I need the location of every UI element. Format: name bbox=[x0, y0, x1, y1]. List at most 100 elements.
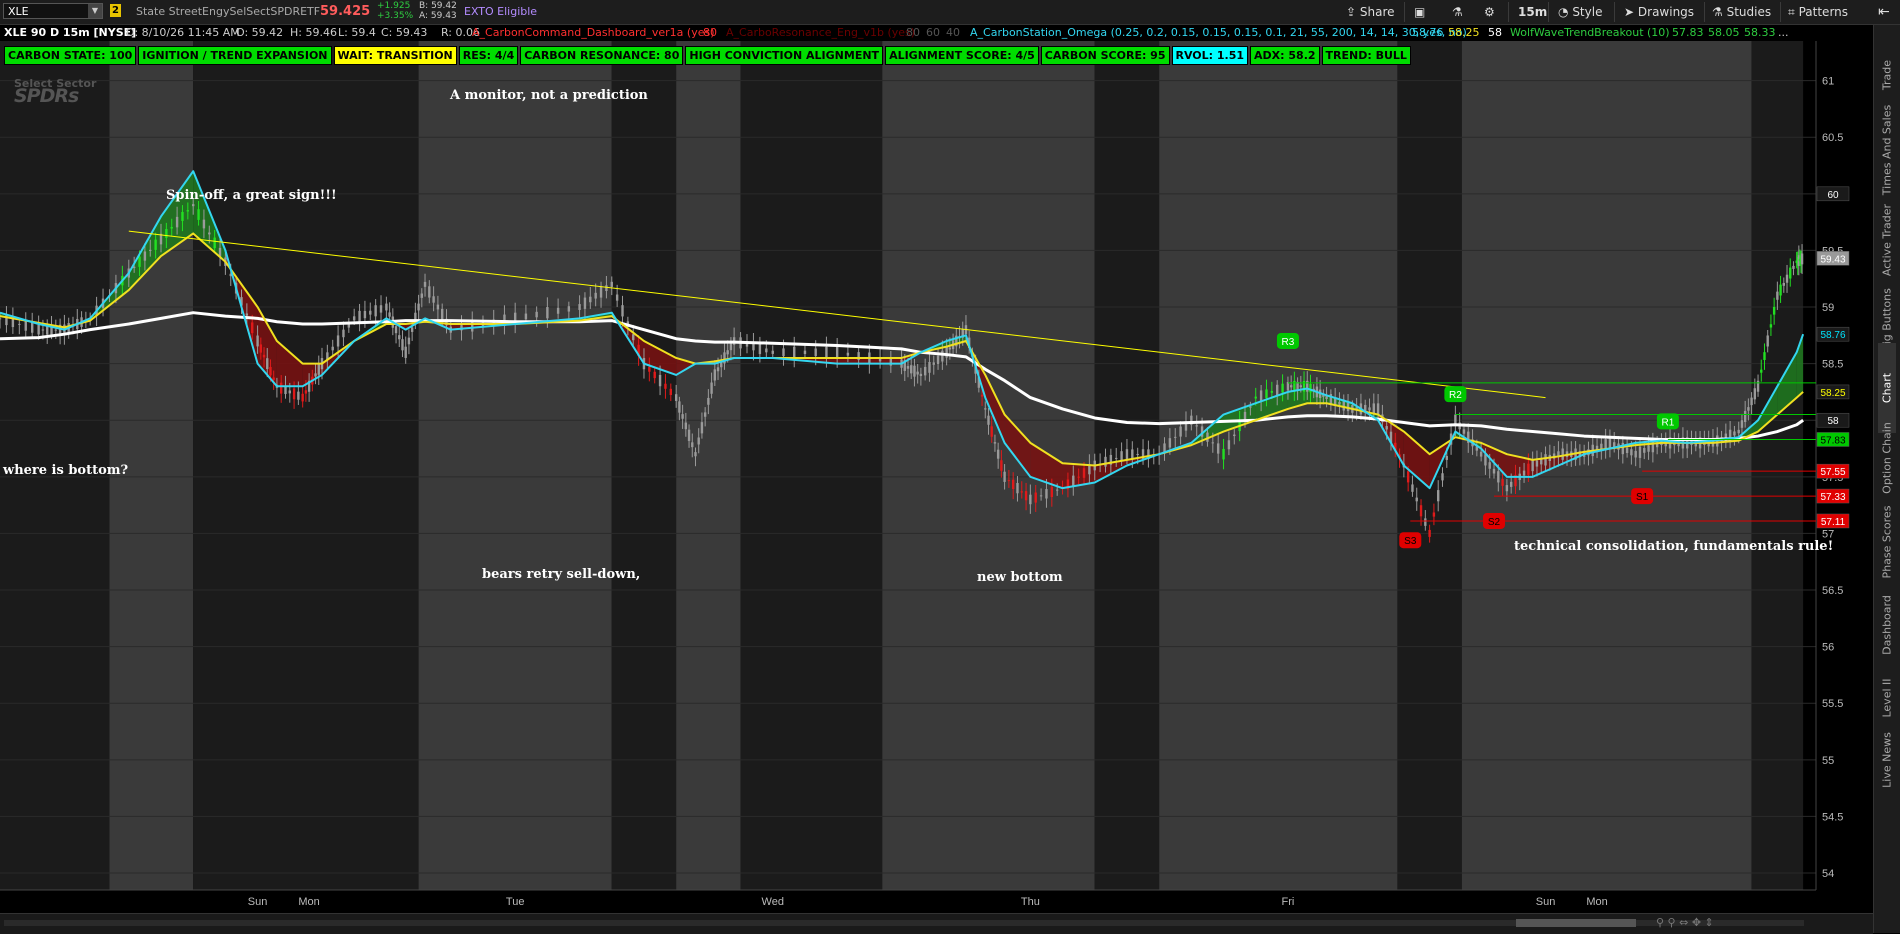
drawings-label: Drawings bbox=[1637, 5, 1695, 19]
candle-body bbox=[149, 249, 152, 251]
gear-icon[interactable]: ⚙ bbox=[1484, 2, 1495, 22]
chart-annotation[interactable]: A monitor, not a prediction bbox=[450, 88, 648, 103]
bar-open: O: 59.42 bbox=[236, 26, 284, 39]
bar-close: C: 59.43 bbox=[381, 26, 428, 39]
bar-low: L: 59.4 bbox=[338, 26, 376, 39]
patterns-icon: ⌗ bbox=[1788, 5, 1795, 19]
candle-body bbox=[1497, 471, 1500, 483]
candle-body bbox=[1634, 450, 1637, 458]
candle-body bbox=[1743, 410, 1747, 422]
candle-body bbox=[716, 367, 720, 372]
candle-body bbox=[317, 363, 320, 375]
flask-icon[interactable]: ⚗ bbox=[1452, 2, 1463, 22]
chart-toolbar: XLE ▼ 2 State StreetEngySelSectSPDRETF 59… bbox=[0, 0, 1900, 25]
more-studies[interactable]: ... bbox=[1778, 26, 1789, 39]
candle-body bbox=[379, 305, 383, 313]
chart-annotation[interactable]: technical consolidation, fundamentals ru… bbox=[1514, 539, 1833, 554]
candle-body bbox=[1034, 492, 1037, 503]
dashboard-label: CARBON STATE: 100 bbox=[4, 46, 137, 65]
camera-icon[interactable]: ▣ bbox=[1414, 2, 1425, 22]
candle-body bbox=[610, 281, 613, 287]
candle-body bbox=[1753, 388, 1757, 400]
candle-body bbox=[175, 216, 179, 228]
symbol-input[interactable]: XLE ▼ bbox=[3, 3, 103, 19]
y-tick-label: 60.5 bbox=[1822, 132, 1843, 144]
candle-body bbox=[1763, 352, 1766, 360]
time-scrollbar[interactable]: ⚲ ⚲ ⇔ ✥ ⇕ bbox=[0, 913, 1873, 934]
price-badge-label: 58 bbox=[1827, 416, 1839, 427]
candle-body bbox=[0, 318, 2, 320]
candle-body bbox=[191, 204, 195, 207]
candle-body bbox=[388, 312, 391, 317]
candle-body bbox=[1411, 484, 1414, 492]
study-carbon-station[interactable]: A_CarbonStation_Omega (0.25, 0.2, 0.15, … bbox=[970, 26, 1467, 39]
dashboard-label: HIGH CONVICTION ALIGNMENT bbox=[685, 46, 884, 65]
zoom-icon[interactable]: ⚲ ⚲ ⇔ ✥ ⇕ bbox=[1656, 916, 1714, 929]
patterns-button[interactable]: ⌗ Patterns bbox=[1788, 2, 1848, 22]
tab-option-chain[interactable]: Option Chain bbox=[1878, 413, 1896, 503]
dashboard-label: CARBON SCORE: 95 bbox=[1040, 46, 1170, 65]
candle-body bbox=[524, 313, 528, 320]
x-tick-label: Wed bbox=[762, 896, 784, 908]
cursor-icon: ➤ bbox=[1624, 5, 1635, 19]
studies-button[interactable]: ⚗ Studies bbox=[1712, 2, 1771, 22]
y-tick-label: 58.5 bbox=[1822, 359, 1843, 371]
chart-annotation[interactable]: Spin-off, a great sign!!! bbox=[166, 188, 337, 203]
scrollbar-thumb[interactable] bbox=[1516, 919, 1636, 927]
study-wolfwave-v3: 58.33 bbox=[1744, 26, 1776, 39]
candle-body bbox=[1233, 434, 1236, 437]
candle-body bbox=[605, 285, 608, 292]
tab-live-news[interactable]: Live News bbox=[1878, 715, 1896, 805]
tab-label: Phase Scores bbox=[1880, 505, 1894, 579]
collapse-icon[interactable]: ⇤ bbox=[1878, 2, 1890, 22]
price-badge-label: 57.33 bbox=[1820, 492, 1845, 503]
candle-body bbox=[197, 209, 200, 220]
candle-body bbox=[1488, 462, 1491, 469]
candle-body bbox=[1441, 473, 1444, 481]
x-tick-label: Fri bbox=[1282, 896, 1295, 908]
candle-body bbox=[1016, 482, 1019, 494]
style-icon: ◔ bbox=[1558, 5, 1569, 19]
candle-body bbox=[1561, 448, 1564, 460]
candle-body bbox=[1024, 491, 1028, 501]
study-carbon-station-v3: 58 bbox=[1488, 26, 1502, 39]
link-group-badge[interactable]: 2 bbox=[110, 4, 121, 17]
chart-annotation[interactable]: new bottom bbox=[977, 570, 1063, 585]
candle-body bbox=[292, 388, 296, 400]
study-carbo-resonance[interactable]: A_CarboResonance_Eng_v1b (yes) bbox=[726, 26, 915, 39]
chart-annotation[interactable]: bears retry sell-down, bbox=[482, 567, 640, 582]
share-button[interactable]: ⇪ Share bbox=[1346, 2, 1395, 22]
style-button[interactable]: ◔ Style bbox=[1558, 2, 1602, 22]
study-carbon-command[interactable]: A_CarbonCommand_Dashboard_ver1a (yes) bbox=[472, 26, 715, 39]
drawings-button[interactable]: ➤ Drawings bbox=[1624, 2, 1694, 22]
dashboard-label: ALIGNMENT SCORE: 4/5 bbox=[885, 46, 1039, 65]
timeframe-button[interactable]: 15m bbox=[1518, 2, 1547, 22]
candle-body bbox=[1647, 445, 1650, 452]
candle-body bbox=[713, 369, 717, 381]
tab-phase-scores[interactable]: Phase Scores bbox=[1878, 497, 1896, 587]
symbol-value: XLE bbox=[8, 5, 29, 18]
candle-body bbox=[980, 394, 984, 397]
candle-body bbox=[707, 397, 710, 405]
candle-body bbox=[589, 296, 592, 303]
candle-body bbox=[24, 321, 27, 331]
candle-body bbox=[269, 367, 272, 376]
pivot-label: S1 bbox=[1636, 492, 1649, 503]
chevron-down-icon[interactable]: ▼ bbox=[88, 4, 102, 18]
price-chart[interactable]: 6160.56059.55958.55857.55756.55655.55554… bbox=[0, 41, 1873, 913]
tab-active-trader[interactable]: Active Trader bbox=[1878, 195, 1896, 285]
chart-area[interactable]: 6160.56059.55958.55857.55756.55655.55554… bbox=[0, 41, 1873, 913]
candle-body bbox=[170, 226, 173, 229]
candle-body bbox=[669, 388, 673, 396]
x-tick-label: Mon bbox=[298, 896, 319, 908]
tab-times-and-sales[interactable]: Times And Sales bbox=[1878, 105, 1896, 195]
candle-body bbox=[1492, 468, 1496, 474]
candle-body bbox=[691, 442, 694, 448]
price-badge-label: 58.76 bbox=[1820, 330, 1845, 341]
chart-annotation[interactable]: where is bottom? bbox=[3, 463, 128, 478]
candle-body bbox=[331, 346, 334, 351]
candle-body bbox=[1050, 486, 1054, 497]
candle-body bbox=[1104, 456, 1107, 467]
study-wolfwave[interactable]: WolfWaveTrendBreakout (10) bbox=[1510, 26, 1670, 39]
candle-body bbox=[347, 324, 351, 328]
